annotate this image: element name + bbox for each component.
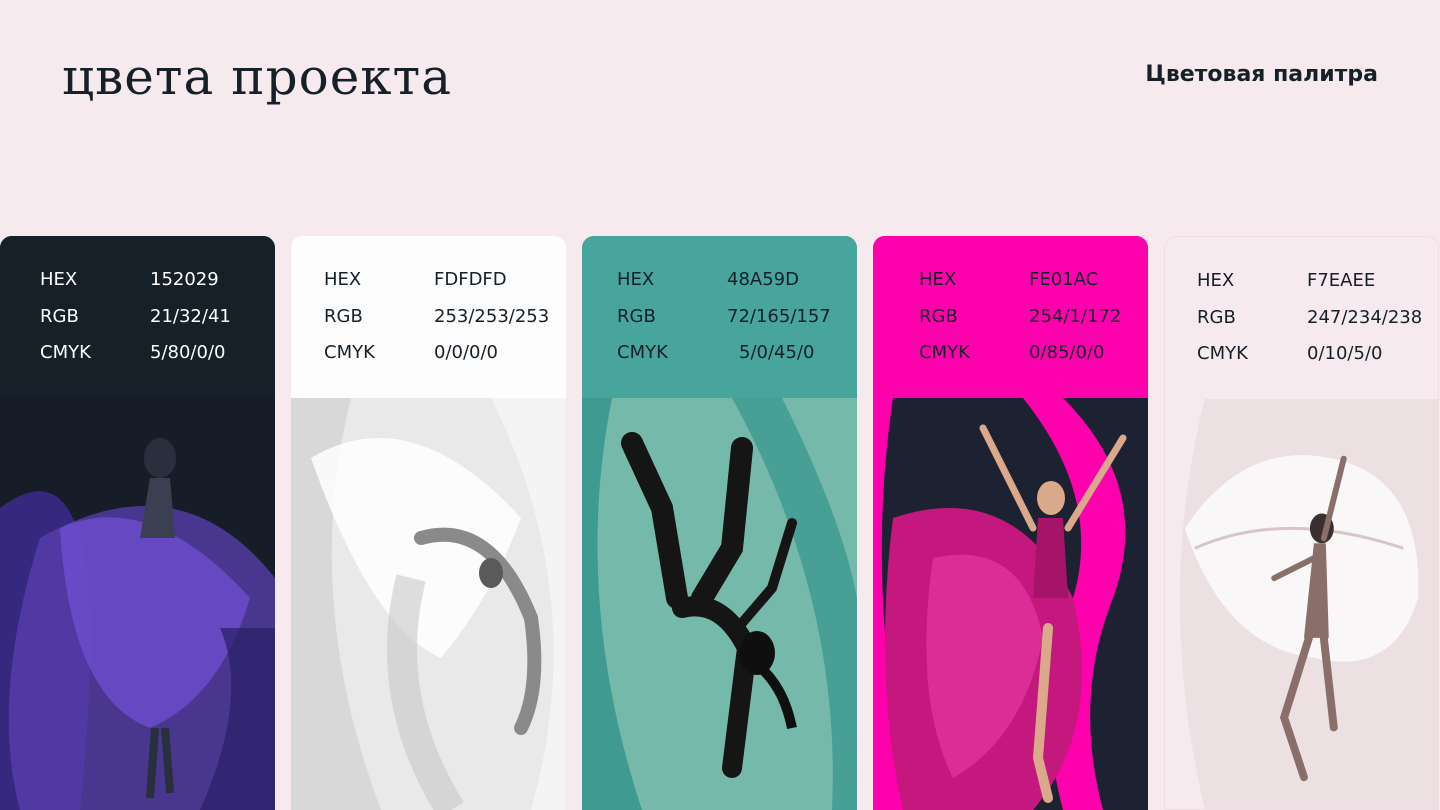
rgb-label: RGB <box>617 306 656 327</box>
rgb-label: RGB <box>1197 307 1236 328</box>
swatch-card-152029: HEX 152029 RGB 21/32/41 CMYK 5/80/0/0 <box>0 236 275 810</box>
swatch-card-48A59D: HEX 48A59D RGB 72/165/157 CMYK 5/0/45/0 <box>582 236 857 810</box>
hex-label: HEX <box>324 269 362 290</box>
dancer-white-veil-photo <box>291 398 566 810</box>
cmyk-value: 0/0/0/0 <box>434 342 499 363</box>
swatch-card-FE01AC: HEX FE01AC RGB 254/1/172 CMYK 0/85/0/0 <box>873 236 1148 810</box>
dancer-purple-dress-photo <box>0 398 275 810</box>
rgb-value: 253/253/253 <box>434 306 550 327</box>
hex-label: HEX <box>40 269 78 290</box>
swatch-info: HEX FE01AC RGB 254/1/172 CMYK 0/85/0/0 <box>873 236 1148 396</box>
hex-value: 152029 <box>150 269 219 290</box>
cmyk-value: 5/0/45/0 <box>739 342 815 363</box>
swatch-info: HEX 48A59D RGB 72/165/157 CMYK 5/0/45/0 <box>582 236 857 396</box>
page-subtitle: Цветовая палитра <box>1145 62 1378 87</box>
swatch-info: HEX F7EAEE RGB 247/234/238 CMYK 0/10/5/0 <box>1165 237 1438 397</box>
rgb-label: RGB <box>324 306 363 327</box>
rgb-label: RGB <box>919 306 958 327</box>
hex-value: FDFDFD <box>434 269 507 290</box>
cmyk-label: CMYK <box>919 342 970 363</box>
swatch-info: HEX FDFDFD RGB 253/253/253 CMYK 0/0/0/0 <box>291 236 566 396</box>
cmyk-label: CMYK <box>40 342 91 363</box>
hex-value: 48A59D <box>727 269 799 290</box>
rgb-value: 72/165/157 <box>727 306 831 327</box>
rgb-value: 21/32/41 <box>150 306 231 327</box>
rgb-value: 254/1/172 <box>1029 306 1122 327</box>
cmyk-value: 0/85/0/0 <box>1029 342 1105 363</box>
hex-value: FE01AC <box>1029 269 1099 290</box>
dancer-sheer-fabric-photo <box>1165 399 1438 809</box>
cmyk-label: CMYK <box>1197 343 1248 364</box>
page-title: цвета проекта <box>62 48 453 106</box>
swatch-info: HEX 152029 RGB 21/32/41 CMYK 5/80/0/0 <box>0 236 275 396</box>
swatch-card-F7EAEE: HEX F7EAEE RGB 247/234/238 CMYK 0/10/5/0 <box>1164 236 1439 810</box>
hex-label: HEX <box>617 269 655 290</box>
breakdancer-photo <box>582 398 857 810</box>
palette-cards: HEX 152029 RGB 21/32/41 CMYK 5/80/0/0 HEX FD… <box>0 236 1440 810</box>
swatch-card-FDFDFD: HEX FDFDFD RGB 253/253/253 CMYK 0/0/0/0 <box>291 236 566 810</box>
cmyk-label: CMYK <box>617 342 668 363</box>
hex-label: HEX <box>919 269 957 290</box>
cmyk-value: 5/80/0/0 <box>150 342 226 363</box>
cmyk-label: CMYK <box>324 342 375 363</box>
hex-label: HEX <box>1197 270 1235 291</box>
dancer-pink-dress-photo <box>873 398 1148 810</box>
rgb-label: RGB <box>40 306 79 327</box>
hex-value: F7EAEE <box>1307 270 1376 291</box>
rgb-value: 247/234/238 <box>1307 307 1423 328</box>
cmyk-value: 0/10/5/0 <box>1307 343 1383 364</box>
